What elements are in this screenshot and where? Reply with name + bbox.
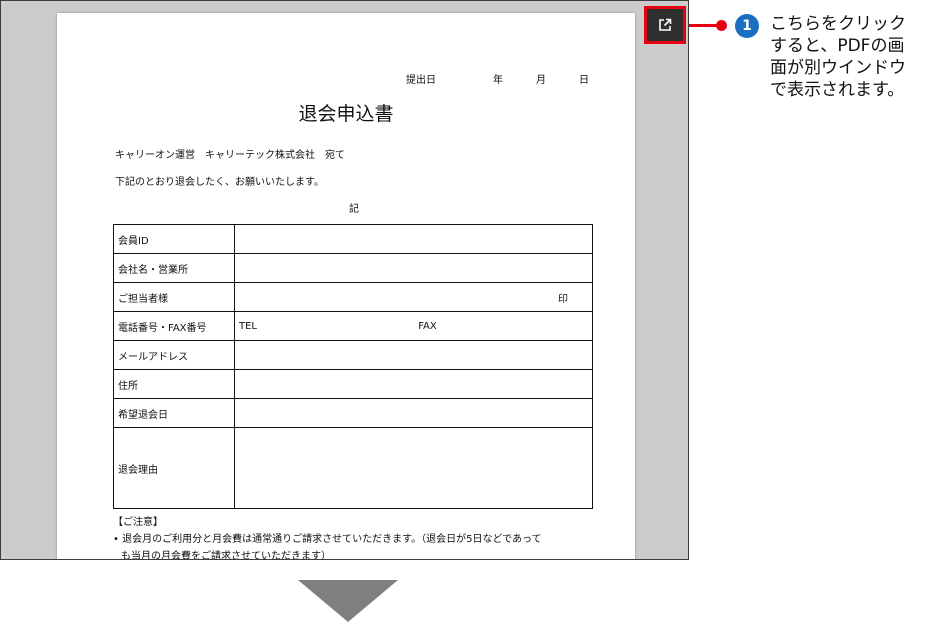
row-value-company bbox=[234, 253, 593, 283]
table-row: 会社名・営業所 bbox=[113, 253, 593, 283]
notes-heading: 【ご注意】 bbox=[113, 517, 163, 528]
row-value-phone-fax: TEL FAX bbox=[234, 311, 593, 341]
table-row: 退会理由 bbox=[113, 427, 593, 509]
pdf-page: 提出日 年 月 日 退会申込書 キャリーオン運営 キャリーテック株式会社 宛て … bbox=[57, 13, 635, 560]
callout-line: 面が別ウインドウ bbox=[770, 58, 906, 78]
notes-line: • 退会月のご利用分と月会費は通常通りご請求させていただきます。（退会日が5日な… bbox=[113, 534, 542, 545]
row-value-email bbox=[234, 340, 593, 370]
row-value-withdrawal-date bbox=[234, 398, 593, 428]
row-label-member-id: 会員ID bbox=[113, 224, 235, 254]
row-value-withdrawal-reason bbox=[234, 427, 593, 509]
down-arrow-icon bbox=[298, 580, 398, 622]
row-label-phone-fax: 電話番号・FAX番号 bbox=[113, 311, 235, 341]
table-row: 会員ID bbox=[113, 224, 593, 254]
intro-line: 下記のとおり退会したく、お願いいたします。 bbox=[115, 177, 324, 188]
seal-mark: 印 bbox=[558, 293, 568, 305]
table-row: 希望退会日 bbox=[113, 398, 593, 428]
notes-section: 【ご注意】 • 退会月のご利用分と月会費は通常通りご請求させていただきます。（退… bbox=[113, 514, 542, 560]
application-form-table: 会員ID 会社名・営業所 ご担当者様 印 電話番号・FAX番号 TEL FAX … bbox=[113, 224, 593, 509]
row-value-address bbox=[234, 369, 593, 399]
open-in-new-window-button[interactable] bbox=[644, 6, 686, 44]
table-row: メールアドレス bbox=[113, 340, 593, 370]
table-row: 住所 bbox=[113, 369, 593, 399]
month-label: 月 bbox=[536, 75, 546, 86]
row-label-address: 住所 bbox=[113, 369, 235, 399]
table-row: 電話番号・FAX番号 TEL FAX bbox=[113, 311, 593, 341]
year-label: 年 bbox=[493, 75, 503, 86]
open-in-new-window-icon bbox=[659, 18, 672, 31]
row-label-withdrawal-reason: 退会理由 bbox=[113, 427, 235, 509]
addressee-line: キャリーオン運営 キャリーテック株式会社 宛て bbox=[115, 150, 345, 161]
table-row: ご担当者様 印 bbox=[113, 282, 593, 312]
callout-connector-dot bbox=[716, 20, 727, 31]
step-number-badge: 1 bbox=[735, 14, 759, 38]
callout-text: こちらをクリック すると、PDFの画 面が別ウインドウ で表示されます。 bbox=[770, 13, 935, 101]
row-label-contact-person: ご担当者様 bbox=[113, 282, 235, 312]
fax-label: FAX bbox=[418, 320, 437, 332]
row-label-withdrawal-date: 希望退会日 bbox=[113, 398, 235, 428]
row-label-company: 会社名・営業所 bbox=[113, 253, 235, 283]
callout-line: こちらをクリック bbox=[770, 14, 906, 34]
tel-label: TEL bbox=[239, 320, 257, 332]
callout-line: で表示されます。 bbox=[770, 80, 905, 100]
day-label: 日 bbox=[579, 75, 589, 86]
document-title: 退会申込書 bbox=[298, 103, 394, 125]
pdf-viewer: 提出日 年 月 日 退会申込書 キャリーオン運営 キャリーテック株式会社 宛て … bbox=[0, 0, 689, 560]
submission-date-label: 提出日 bbox=[406, 75, 436, 86]
row-value-member-id bbox=[234, 224, 593, 254]
row-value-contact-person: 印 bbox=[234, 282, 593, 312]
notes-line: も当月の月会費をご請求させていただきます） bbox=[121, 551, 331, 560]
callout-line: すると、PDFの画 bbox=[770, 36, 905, 56]
ki-label: 記 bbox=[349, 204, 359, 215]
row-label-email: メールアドレス bbox=[113, 340, 235, 370]
